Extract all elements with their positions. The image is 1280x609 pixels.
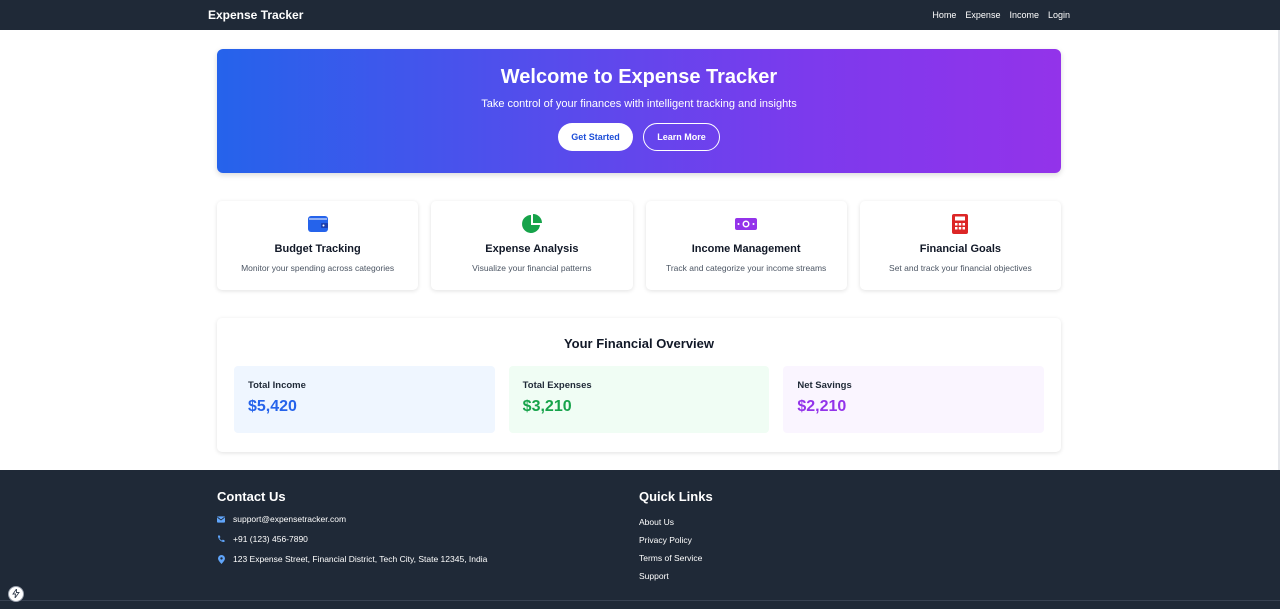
phone-text[interactable]: +91 (123) 456-7890 [233,534,308,544]
stat-card-savings: Net Savings $2,210 [783,366,1045,433]
stat-value: $3,210 [522,398,572,415]
feature-title: Expense Analysis [485,243,579,255]
contact-phone: +91 (123) 456-7890 [217,534,487,544]
pie-chart-icon [431,214,632,234]
navbar: Expense Tracker Home Expense Income Logi… [0,0,1280,30]
lightning-icon [12,585,20,603]
contact-heading: Contact Us [217,489,286,504]
brand-logo[interactable]: Expense Tracker [208,8,303,22]
nav-links: Home Expense Income Login [932,10,1070,20]
footer-link-terms[interactable]: Terms of Service [639,553,713,563]
feature-title: Budget Tracking [274,243,361,255]
stat-value: $5,420 [248,398,297,415]
feature-title: Financial Goals [919,243,1002,255]
stat-card-expenses: Total Expenses $3,210 [508,366,770,433]
contact-address: 123 Expense Street, Financial District, … [217,554,487,564]
feature-description: Set and track your financial objectives [889,263,1032,273]
nav-link-income[interactable]: Income [1009,10,1039,20]
feature-description: Track and categorize your income streams [665,263,827,273]
stat-card-income: Total Income $5,420 [234,366,495,433]
nav-link-home[interactable]: Home [932,10,956,20]
stats-row: Total Income $5,420 Total Expenses $3,21… [217,366,1061,433]
footer-link-about[interactable]: About Us [639,517,713,527]
contact-email: support@expensetracker.com [217,514,487,524]
stat-label: Net Savings [797,380,852,391]
feature-card-goals: Financial Goals Set and track your finan… [859,201,1061,290]
stat-label: Total Income [248,380,306,391]
feature-description: Monitor your spending across categories [241,263,395,273]
footer: Contact Us support@expensetracker.com +9… [0,470,1280,609]
wallet-icon [217,214,418,234]
overview-title: Your Financial Overview [563,336,715,351]
feature-card-analysis: Expense Analysis Visualize your financia… [431,201,633,290]
learn-more-button[interactable]: Learn More [643,123,720,151]
feature-title: Income Management [691,243,801,255]
quick-links-heading: Quick Links [639,489,713,504]
stat-label: Total Expenses [522,380,592,391]
hero-subtitle: Take control of your finances with intel… [481,98,797,110]
envelope-icon [217,515,225,523]
hero-banner: Welcome to Expense Tracker Take control … [217,49,1061,173]
email-text[interactable]: support@expensetracker.com [233,514,346,524]
footer-quick-links: Quick Links About Us Privacy Policy Term… [639,489,713,581]
phone-icon [217,535,225,543]
feature-card-income: Income Management Track and categorize y… [645,201,847,290]
feature-description: Visualize your financial patterns [472,263,592,273]
stat-value: $2,210 [797,398,847,415]
footer-divider [0,600,1280,601]
footer-link-privacy[interactable]: Privacy Policy [639,535,713,545]
hero-actions: Get Started Learn More [217,123,1061,151]
hero-title: Welcome to Expense Tracker [500,66,778,88]
floating-action-button[interactable] [8,586,24,602]
get-started-button[interactable]: Get Started [558,123,633,151]
calculator-icon [860,214,1061,234]
footer-link-support[interactable]: Support [639,571,713,581]
money-bill-icon [646,214,847,234]
feature-card-budget: Budget Tracking Monitor your spending ac… [217,201,419,290]
map-marker-icon [217,554,225,564]
feature-cards: Budget Tracking Monitor your spending ac… [217,201,1061,290]
nav-link-expense[interactable]: Expense [965,10,1000,20]
financial-overview: Your Financial Overview Total Income $5,… [217,318,1061,452]
address-text: 123 Expense Street, Financial District, … [233,554,488,564]
footer-contact: Contact Us support@expensetracker.com +9… [217,489,487,564]
nav-link-login[interactable]: Login [1048,10,1070,20]
